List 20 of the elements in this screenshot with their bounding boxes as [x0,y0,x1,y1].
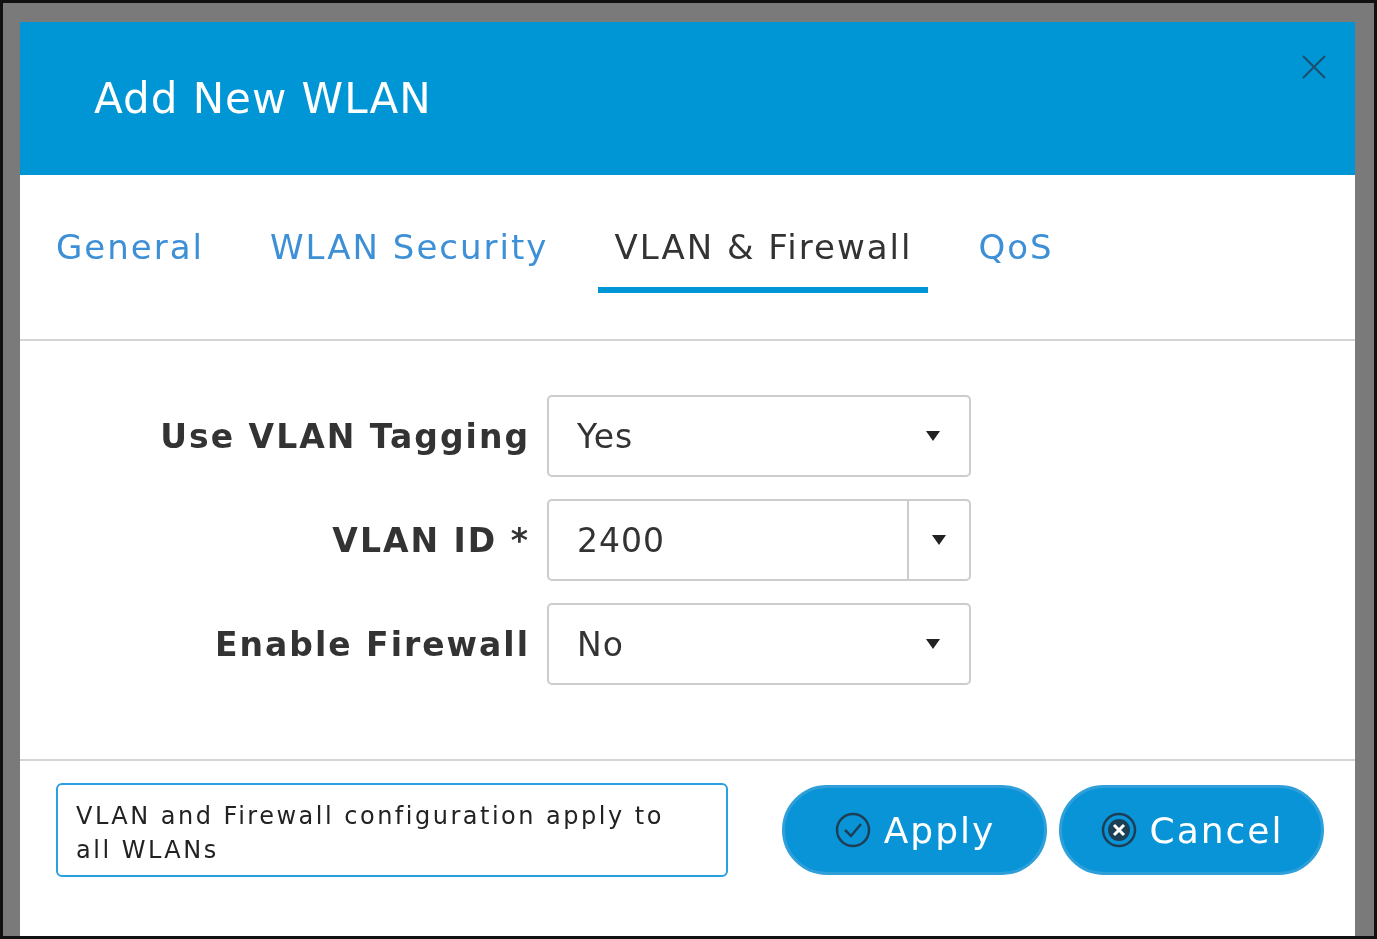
caret-icon [925,638,941,650]
field-label: Use VLAN Tagging [159,416,531,456]
tab[interactable]: General [40,215,220,293]
field-label: Enable Firewall [214,624,531,664]
cancel-button[interactable]: Cancel [1059,785,1324,875]
field-label: VLAN ID * [331,520,531,560]
dropdown[interactable]: No [547,603,971,685]
tab[interactable]: WLAN Security [254,215,565,293]
dropdown[interactable]: Yes [547,395,971,477]
cancel-circle-icon [1099,811,1138,849]
dialog-title: Add New WLAN [94,74,432,123]
combo-field[interactable]: 2400 [547,499,971,581]
check-circle-icon [833,811,872,849]
info-note: VLAN and Firewall configuration apply to all WLANs [56,783,728,877]
caret-icon [925,430,941,442]
tab[interactable]: VLAN & Firewall [598,215,929,293]
caret-icon [931,534,947,546]
apply-button[interactable]: Apply [782,785,1047,875]
tab[interactable]: QoS [962,215,1070,293]
close-icon[interactable] [1301,54,1327,80]
